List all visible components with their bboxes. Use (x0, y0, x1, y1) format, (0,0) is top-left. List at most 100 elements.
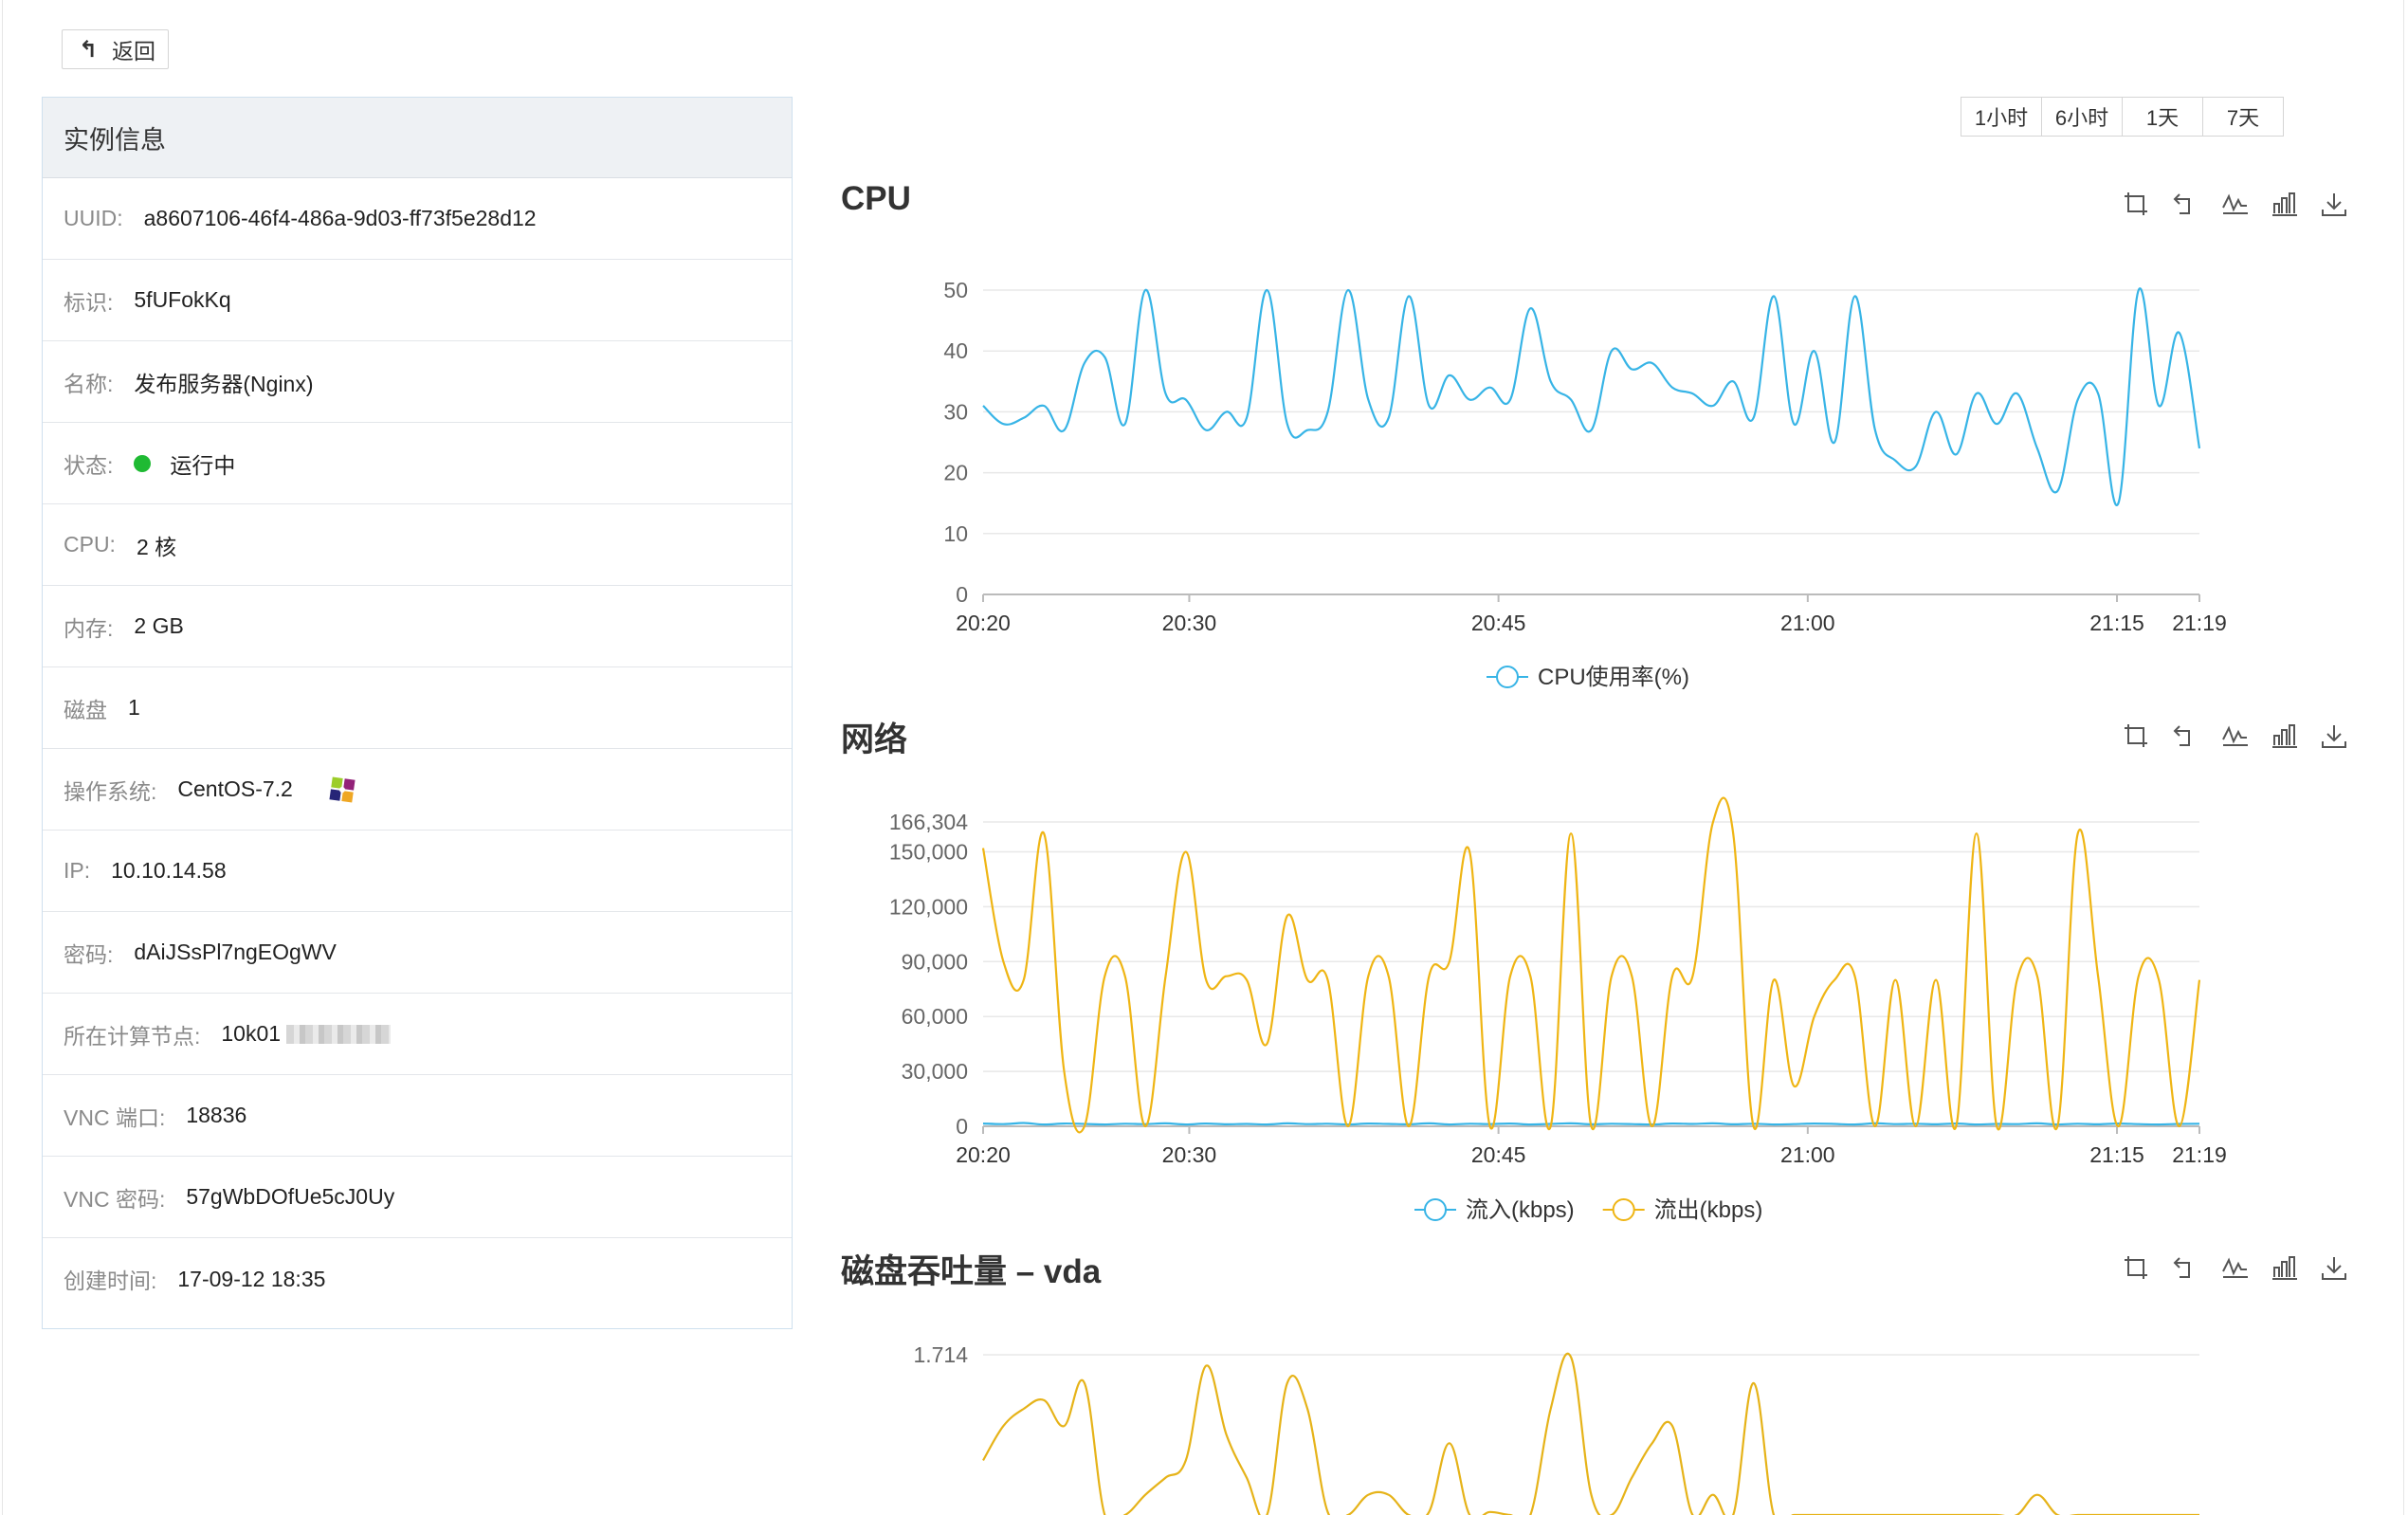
info-key: 密码: (64, 941, 114, 967)
series-line-1 (982, 1352, 2199, 1515)
back-button[interactable]: ↰ 返回 (62, 29, 169, 69)
legend-marker (1424, 1198, 1447, 1221)
legend-label: 流入(kbps) (1466, 1197, 1575, 1223)
network-chart-title: 网络 (841, 721, 908, 758)
info-key: 磁盘 (64, 697, 107, 722)
bar-chart-icon[interactable] (2260, 1250, 2309, 1287)
left-frame-border (2, 0, 3, 1515)
y-tick-label: 60,000 (902, 1004, 968, 1029)
info-row-id: 标识: 5fUFokKq (43, 260, 792, 341)
cpu-chart-title: CPU (841, 180, 911, 217)
info-row-name: 名称: 发布服务器(Nginx) (43, 341, 792, 423)
info-key: VNC 端口: (64, 1104, 166, 1130)
disk-count-link[interactable]: 1 (128, 695, 140, 721)
info-row-created: 创建时间: 17-09-12 18:35 (43, 1238, 792, 1320)
cpu-chart-toolbar (2112, 186, 2359, 224)
zoom-reset-icon[interactable] (2162, 186, 2211, 224)
info-value: 10.10.14.58 (111, 858, 227, 883)
status-running-dot-icon (134, 454, 152, 472)
info-key: 内存: (64, 615, 114, 641)
y-tick-label: 90,000 (902, 949, 968, 974)
y-tick-label: 20 (943, 461, 968, 485)
x-tick-label: 21:00 (1780, 611, 1835, 635)
x-tick-label: 20:20 (956, 611, 1011, 635)
info-row-os: 操作系统: CentOS-7.2 (43, 749, 792, 831)
y-tick-label: 166,304 (889, 810, 968, 834)
bar-chart-icon[interactable] (2260, 718, 2309, 756)
info-value: CentOS-7.2 (177, 776, 293, 801)
info-row-vnc-port: VNC 端口: 18836 (43, 1075, 792, 1157)
x-tick-label: 21:19 (2172, 1142, 2227, 1167)
range-1h-button[interactable]: 1小时 (1961, 97, 2042, 137)
time-range-selector: 1小时 6小时 1天 7天 (1961, 97, 2284, 137)
zoom-icon[interactable] (2112, 1250, 2162, 1287)
y-tick-label: 0 (956, 582, 968, 607)
x-tick-label: 21:15 (2089, 1142, 2144, 1167)
centos-logo-icon (329, 776, 356, 803)
series-line-2 (981, 796, 2201, 1134)
y-tick-label: 1.714 (913, 1342, 968, 1367)
series-line-1 (982, 287, 2201, 507)
y-tick-label: 30 (943, 399, 968, 424)
info-value: 发布服务器(Nginx) (134, 371, 314, 396)
info-key: 操作系统: (64, 778, 157, 804)
zoom-icon[interactable] (2112, 186, 2162, 224)
zoom-icon[interactable] (2112, 718, 2162, 756)
info-row-disk: 磁盘 1 (43, 667, 792, 749)
series-line-1 (982, 1122, 2200, 1126)
back-button-label: 返回 (112, 39, 155, 64)
range-7d-button[interactable]: 7天 (2202, 97, 2284, 137)
disk-chart-title: 磁盘吞吐量 – vda (841, 1253, 1102, 1290)
status-value: 运行中 (170, 452, 236, 478)
download-icon[interactable] (2309, 186, 2359, 224)
range-6h-button[interactable]: 6小时 (2041, 97, 2123, 137)
info-key: 所在计算节点: (64, 1023, 201, 1049)
y-tick-label: 150,000 (889, 839, 968, 864)
x-tick-label: 20:45 (1471, 611, 1526, 635)
range-1d-button[interactable]: 1天 (2122, 97, 2203, 137)
info-row-uuid: UUID: a8607106-46f4-486a-9d03-ff73f5e28d… (43, 178, 792, 260)
download-icon[interactable] (2309, 718, 2359, 756)
info-key: UUID: (64, 206, 123, 230)
info-row-cpu: CPU: 2 核 (43, 504, 792, 586)
legend-marker (1496, 666, 1519, 688)
info-key: IP: (64, 858, 91, 883)
line-chart-icon[interactable] (2211, 1250, 2260, 1287)
info-row-vnc-password: VNC 密码: 57gWbDOfUe5cJ0Uy (43, 1157, 792, 1238)
x-tick-label: 21:19 (2172, 611, 2227, 635)
network-chart-toolbar (2112, 718, 2359, 756)
panel-title: 实例信息 (43, 98, 792, 178)
right-frame-border (2403, 0, 2404, 1515)
info-value: 2 核 (136, 534, 177, 559)
legend-label: 流出(kbps) (1654, 1197, 1763, 1223)
info-value: 10k01 (221, 1021, 282, 1046)
info-row-status: 状态: 运行中 (43, 423, 792, 504)
info-row-memory: 内存: 2 GB (43, 586, 792, 667)
y-tick-label: 30,000 (902, 1059, 968, 1084)
y-tick-label: 10 (943, 521, 968, 546)
info-value: 57gWbDOfUe5cJ0Uy (186, 1184, 395, 1209)
info-key: 状态: (64, 452, 114, 478)
instance-info-panel: 实例信息 UUID: a8607106-46f4-486a-9d03-ff73f… (42, 97, 793, 1329)
x-tick-label: 21:15 (2089, 611, 2144, 635)
return-arrow-icon: ↰ (78, 36, 99, 63)
y-tick-label: 50 (943, 278, 968, 302)
info-row-compute-node: 所在计算节点: 10k01 (43, 994, 792, 1075)
info-value: 17-09-12 18:35 (177, 1266, 326, 1291)
info-row-password: 密码: dAiJSsPl7ngEOgWV (43, 912, 792, 994)
x-tick-label: 20:20 (956, 1142, 1011, 1167)
info-value: 5fUFokKq (134, 287, 231, 312)
download-icon[interactable] (2309, 1250, 2359, 1287)
line-chart-icon[interactable] (2211, 186, 2260, 224)
zoom-reset-icon[interactable] (2162, 718, 2211, 756)
zoom-reset-icon[interactable] (2162, 1250, 2211, 1287)
info-value: 18836 (186, 1103, 247, 1127)
legend-marker (1612, 1198, 1635, 1221)
info-value: 2 GB (134, 613, 184, 638)
x-tick-label: 21:00 (1780, 1142, 1835, 1167)
line-chart-icon[interactable] (2211, 718, 2260, 756)
y-tick-label: 40 (943, 338, 968, 363)
info-value: a8607106-46f4-486a-9d03-ff73f5e28d12 (143, 206, 537, 230)
bar-chart-icon[interactable] (2260, 186, 2309, 224)
info-key: CPU: (64, 532, 116, 557)
